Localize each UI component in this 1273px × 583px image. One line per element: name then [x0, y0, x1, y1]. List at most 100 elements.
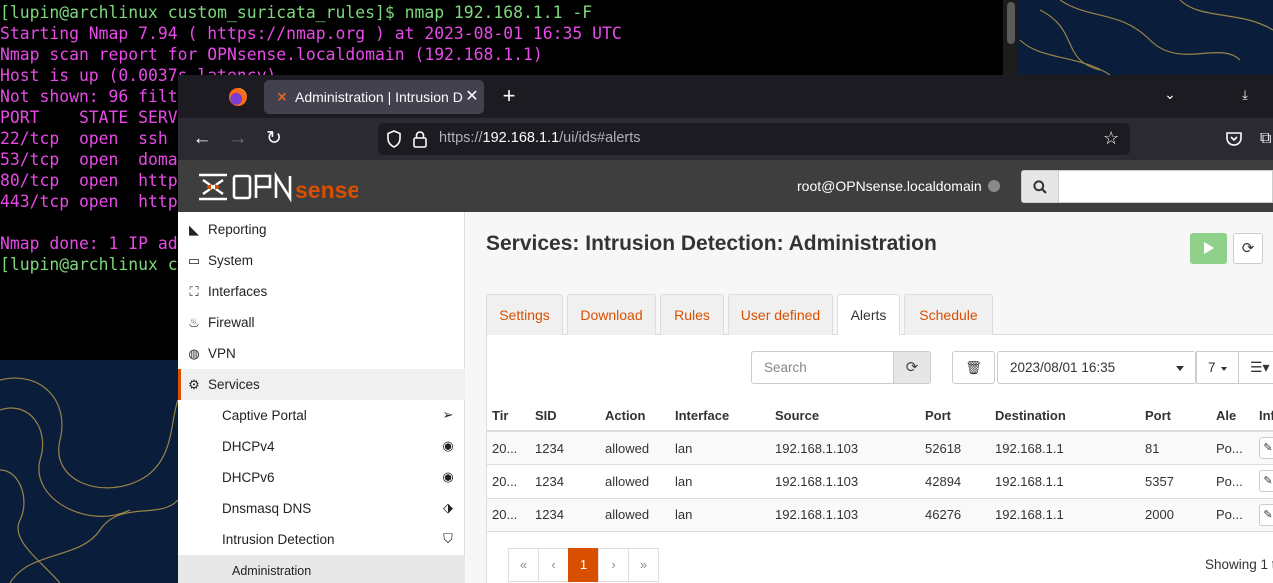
sidebar-subitem-label: DHCPv4: [222, 439, 275, 454]
pencil-icon[interactable]: ✎: [1259, 470, 1273, 493]
page-button[interactable]: ‹: [538, 548, 569, 582]
url-host: 192.168.1.1: [482, 130, 560, 146]
firefox-window: ⨯ Administration | Intrusion Detection ✕…: [178, 75, 1273, 583]
table-row[interactable]: 20... 1234 allowed lan 192.168.1.103 52618 192…: [487, 431, 1273, 465]
sidebar-subitem-label: Captive Portal: [222, 408, 307, 423]
cell-src: 192.168.1.103: [770, 498, 920, 532]
opnsense-page: sense root@OPNsense.localdomain ◣ Reporti…: [178, 160, 1273, 583]
rows-per-page-select[interactable]: 7: [1196, 351, 1239, 384]
paper-plane-icon: ➢: [442, 407, 454, 422]
column-header[interactable]: Port: [1140, 401, 1211, 432]
sidebar-item-interfaces[interactable]: ⛶ Interfaces: [178, 276, 465, 307]
user-label[interactable]: root@OPNsense.localdomain: [797, 178, 982, 194]
back-icon[interactable]: ←: [189, 127, 215, 151]
cell-info: ✎: [1254, 498, 1273, 532]
tab-list: Settings Download Rules User defined Alerts S…: [486, 294, 1273, 336]
cell-alert: Po...: [1211, 498, 1254, 532]
grid-search-input[interactable]: Search: [751, 351, 894, 384]
opnsense-logo[interactable]: sense: [198, 171, 358, 203]
tab-settings[interactable]: Settings: [486, 294, 563, 335]
bookmark-star-icon[interactable]: ☆: [1103, 128, 1119, 149]
column-header[interactable]: Interface: [670, 401, 770, 432]
forward-icon[interactable]: →: [225, 127, 251, 151]
refresh-icon[interactable]: ⟳: [893, 351, 931, 384]
page-button[interactable]: ›: [598, 548, 629, 582]
sidebar-subitem-dhcpv6[interactable]: DHCPv6 ◉: [178, 462, 465, 493]
tab-schedule[interactable]: Schedule: [904, 294, 993, 335]
top-search-input[interactable]: [1059, 170, 1273, 203]
cell-dst: 192.168.1.1: [990, 431, 1140, 465]
chevron-down-icon[interactable]: ⌄: [1161, 86, 1179, 104]
sidebar-subitem-captive-portal[interactable]: Captive Portal ➢: [178, 400, 465, 431]
sidebar-item-system[interactable]: ▭ System: [178, 245, 465, 276]
pencil-icon[interactable]: ✎: [1259, 437, 1273, 459]
bullseye-icon: ◉: [442, 469, 454, 484]
search-icon: [1033, 180, 1047, 194]
terminal-line: Nmap scan report for OPNsense.localdomai…: [0, 45, 543, 64]
page-button[interactable]: »: [628, 548, 659, 582]
sidebar-subitem-dnsmasq-dns[interactable]: Dnsmasq DNS ⬗: [178, 493, 465, 524]
url-bar[interactable]: https://192.168.1.1/ui/ids#alerts ☆: [378, 123, 1130, 155]
extensions-icon[interactable]: ⧉: [1260, 130, 1273, 148]
new-tab-icon[interactable]: +: [498, 85, 520, 107]
reload-rules-button[interactable]: ⟳: [1233, 233, 1263, 264]
column-header[interactable]: Source: [770, 401, 920, 432]
sidebar-item-vpn[interactable]: ◍ VPN: [178, 338, 465, 369]
apply-button[interactable]: [1190, 233, 1227, 264]
column-header[interactable]: Ale: [1211, 401, 1254, 432]
sidebar-item-label: System: [208, 253, 254, 268]
sidebar-subitem-label: DHCPv6: [222, 470, 275, 485]
column-header[interactable]: SID: [530, 401, 600, 432]
column-header[interactable]: Port: [920, 401, 990, 432]
lock-icon[interactable]: [412, 130, 428, 148]
sidebar-item-label: Interfaces: [208, 284, 268, 299]
sidebar-subsubitem-administration[interactable]: Administration: [178, 555, 465, 583]
cell-sport: 46276: [920, 498, 990, 532]
active-indicator: [178, 369, 181, 400]
sidebar-item-services[interactable]: ⚙ Services: [178, 369, 465, 400]
date-filter-select[interactable]: 2023/08/01 16:35: [997, 351, 1196, 384]
pencil-icon[interactable]: ✎: [1259, 503, 1273, 526]
tab-rules[interactable]: Rules: [660, 294, 724, 335]
sidebar-item-firewall[interactable]: ♨ Firewall: [178, 307, 465, 338]
close-tab-icon[interactable]: ✕: [463, 87, 481, 107]
cell-src: 192.168.1.103: [770, 464, 920, 499]
cell-iface: lan: [670, 431, 770, 465]
tab-alerts[interactable]: Alerts: [837, 294, 900, 336]
shield-icon[interactable]: [386, 130, 402, 148]
cell-info: ✎: [1254, 464, 1273, 499]
cell-dst: 192.168.1.1: [990, 498, 1140, 532]
scroll-thumb[interactable]: [1007, 2, 1015, 44]
column-header[interactable]: Action: [600, 401, 670, 432]
alerts-table: Tir SID Action Interface Source Port Destinati…: [487, 401, 1273, 532]
sidebar-subitem-dhcpv4[interactable]: DHCPv4 ◉: [178, 431, 465, 462]
trash-icon[interactable]: 🗑: [952, 351, 995, 384]
firefox-icon[interactable]: [229, 88, 247, 106]
cog-icon: ⚙: [188, 377, 200, 392]
sidebar-item-reporting[interactable]: ◣ Reporting: [178, 214, 465, 245]
cell-sid: 1234: [530, 498, 600, 532]
pocket-icon[interactable]: [1225, 130, 1243, 148]
column-header[interactable]: Inf: [1254, 401, 1273, 432]
globe-icon: ◍: [188, 346, 200, 361]
column-header[interactable]: Tir: [487, 401, 530, 432]
cell-iface: lan: [670, 464, 770, 499]
column-header[interactable]: Destination: [990, 401, 1140, 432]
cell-dport: 2000: [1140, 498, 1211, 532]
cell-sid: 1234: [530, 431, 600, 465]
cell-alert: Po...: [1211, 431, 1254, 465]
page-button[interactable]: 1: [568, 548, 599, 582]
table-row[interactable]: 20... 1234 allowed lan 192.168.1.103 42894 192…: [487, 464, 1273, 499]
reload-icon[interactable]: ↻: [261, 127, 287, 151]
url-text[interactable]: https://192.168.1.1/ui/ids#alerts: [439, 130, 641, 146]
download-icon[interactable]: ⤓: [1236, 87, 1254, 105]
browser-tab[interactable]: ⨯ Administration | Intrusion Detection ✕: [264, 80, 484, 114]
sidebar-subitem-intrusion-detection[interactable]: Intrusion Detection ⛉: [178, 524, 465, 555]
column-select-list-icon[interactable]: ☰▾: [1238, 351, 1273, 384]
tab-user-defined[interactable]: User defined: [728, 294, 833, 335]
search-button[interactable]: [1021, 170, 1059, 203]
tab-download[interactable]: Download: [567, 294, 656, 335]
cell-time: 20...: [487, 464, 530, 499]
table-row[interactable]: 20... 1234 allowed lan 192.168.1.103 46276 192…: [487, 498, 1273, 532]
page-button[interactable]: «: [508, 548, 539, 582]
